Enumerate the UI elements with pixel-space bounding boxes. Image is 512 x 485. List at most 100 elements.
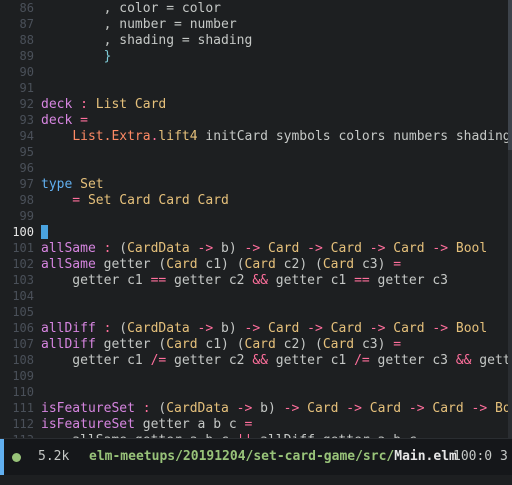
code-token: Card	[322, 257, 355, 272]
code-token: b)	[221, 241, 245, 256]
scrollbar-thumb[interactable]	[508, 0, 512, 150]
code-token: :	[95, 241, 120, 256]
line-number: 109	[12, 369, 34, 383]
code-line[interactable]: 95	[0, 144, 512, 160]
code-token: ==	[354, 273, 370, 288]
code-token: getter c3	[369, 273, 449, 288]
code-token: Card	[244, 337, 276, 352]
code-line[interactable]: 105	[0, 304, 512, 320]
file-path[interactable]: elm-meetups/20191204/set-card-game/src/M…	[89, 448, 457, 466]
code-line[interactable]: 91	[0, 80, 512, 96]
code-token: Card	[166, 257, 198, 272]
buffer-size: 5.2k	[38, 449, 70, 464]
code-line[interactable]: 103 getter c1 == getter c2 && getter c1 …	[0, 272, 512, 288]
line-number: 110	[12, 385, 34, 399]
code-token: allSame	[41, 257, 96, 272]
code-line[interactable]: 97 type Set	[0, 176, 512, 192]
code-token: CardData	[127, 321, 190, 336]
line-number: 95	[19, 145, 34, 159]
code-line[interactable]: 102 allSame getter (Card c1) (Card c2) (C…	[0, 256, 512, 272]
code-token: CardData	[166, 401, 229, 416]
code-line[interactable]: 90	[0, 64, 512, 80]
minibuffer[interactable]	[0, 475, 512, 485]
line-number: 101	[12, 241, 34, 255]
code-line[interactable]: 101 allSame : (CardData -> b) -> Card -> …	[0, 240, 512, 256]
code-token: }	[41, 49, 112, 64]
buffer-status-icon	[12, 453, 21, 462]
code-token: ->	[299, 241, 331, 256]
code-token: =	[41, 193, 88, 208]
code-token: Card	[268, 241, 300, 256]
code-line[interactable]: 99	[0, 208, 512, 224]
code-line[interactable]: 88 , shading = shading	[0, 32, 512, 48]
line-number: 88	[19, 33, 34, 47]
code-token: List.Extra	[72, 129, 151, 144]
line-number: 104	[12, 289, 34, 303]
code-token: b)	[260, 401, 284, 416]
code-token: ->	[424, 241, 456, 256]
code-line[interactable]: 94 List.Extra.lift4 initCard symbols col…	[0, 128, 512, 144]
code-token: =	[244, 417, 253, 432]
line-number: 102	[12, 257, 34, 271]
line-number: 107	[12, 337, 34, 351]
code-line[interactable]: 98 = Set Card Card Card	[0, 192, 512, 208]
code-token: c2) (	[275, 337, 323, 352]
code-token: getter a b c	[134, 417, 245, 432]
code-line[interactable]: 107 allDiff getter (Card c1) (Card c2) (C…	[0, 336, 512, 352]
code-token: c2) (	[275, 257, 323, 272]
code-token: :	[134, 401, 159, 416]
code-token: getter (	[95, 337, 167, 352]
code-line[interactable]: 100	[0, 224, 512, 240]
code-line[interactable]: 112 isFeatureSet getter a b c =	[0, 416, 512, 432]
code-line[interactable]: 110	[0, 384, 512, 400]
cursor-position: 100:0 3	[453, 449, 508, 464]
code-token: ->	[228, 401, 261, 416]
code-token: allSame	[41, 241, 96, 256]
code-token: deck	[41, 113, 73, 128]
code-token: allDiff	[41, 337, 96, 352]
mode-line-accent	[0, 439, 4, 475]
code-token: ->	[338, 401, 370, 416]
code-token: Card	[393, 321, 425, 336]
line-number: 108	[12, 353, 34, 367]
code-token: CardData	[127, 241, 190, 256]
code-token: b)	[221, 321, 245, 336]
code-editor[interactable]: 86 , color = color 87 , number = number 88…	[0, 0, 512, 438]
code-token: Card	[369, 401, 402, 416]
code-token: c1) (	[197, 337, 245, 352]
line-number: 111	[12, 401, 34, 415]
code-token: allDiff	[41, 321, 96, 336]
code-line[interactable]: 87 , number = number	[0, 16, 512, 32]
code-token: =	[72, 113, 88, 128]
code-token: getter	[479, 353, 512, 368]
code-token: ->	[189, 241, 222, 256]
code-token: isFeatureSet	[41, 401, 135, 416]
code-line[interactable]: 96	[0, 160, 512, 176]
line-number: 93	[19, 113, 34, 127]
code-line[interactable]: 109	[0, 368, 512, 384]
code-token: c3)	[354, 337, 394, 352]
code-token: Card	[244, 257, 276, 272]
code-line[interactable]: 108 getter c1 /= getter c2 && getter c1 …	[0, 352, 512, 368]
code-token: ->	[463, 401, 496, 416]
line-number: 86	[19, 1, 34, 15]
code-token: &&	[252, 273, 268, 288]
code-token: &&	[455, 353, 472, 368]
code-token: Set Card Card Card	[87, 193, 229, 208]
code-token: =	[393, 337, 402, 352]
line-number: 100	[12, 225, 34, 239]
code-line[interactable]: 104	[0, 288, 512, 304]
code-line[interactable]: 93 deck =	[0, 112, 512, 128]
code-token: /=	[354, 353, 370, 368]
vertical-scrollbar[interactable]	[508, 0, 512, 438]
code-line[interactable]: 86 , color = color	[0, 0, 512, 16]
line-number: 89	[19, 49, 34, 63]
code-line[interactable]: 92 deck : List Card	[0, 96, 512, 112]
code-token: type	[41, 177, 73, 192]
code-line[interactable]: 106 allDiff : (CardData -> b) -> Card -> …	[0, 320, 512, 336]
code-line[interactable]: 111 isFeatureSet : (CardData -> b) -> Car…	[0, 400, 512, 416]
code-line[interactable]: 89 }	[0, 48, 512, 64]
code-token: ==	[150, 273, 167, 288]
code-token: c1) (	[197, 257, 245, 272]
